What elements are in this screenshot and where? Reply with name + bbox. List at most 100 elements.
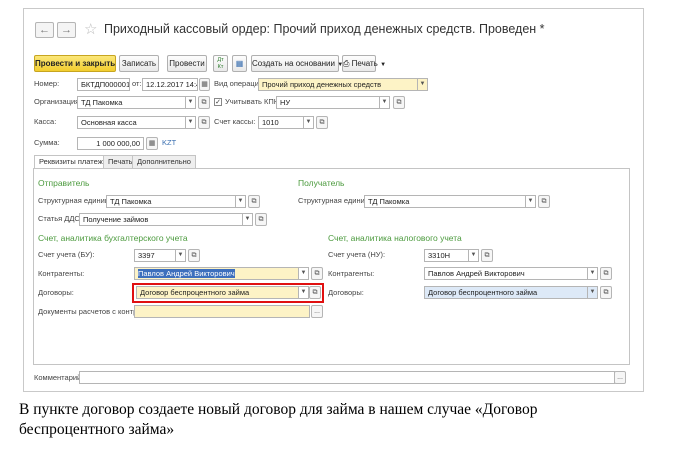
window-title: Приходный кассовый ордер: Прочий приход … xyxy=(104,22,545,36)
organization-dropdown[interactable]: ▼ xyxy=(186,96,196,109)
create-based-label: Создать на основании xyxy=(252,59,335,68)
kpn-field[interactable]: НУ xyxy=(276,96,380,109)
open-link-icon: ⧉ xyxy=(201,119,207,126)
receiver-unit-open-button[interactable]: ⧉ xyxy=(538,195,550,208)
kpn-dropdown[interactable]: ▼ xyxy=(380,96,390,109)
dds-dropdown[interactable]: ▼ xyxy=(243,213,253,226)
create-based-button[interactable]: Создать на основании ▼ xyxy=(251,55,343,72)
bu-counterparty-open-button[interactable]: ⧉ xyxy=(311,267,323,280)
calendar-button[interactable]: ▦ xyxy=(199,78,210,91)
open-link-icon: ⧉ xyxy=(603,289,609,296)
save-button[interactable]: Записать xyxy=(119,55,159,72)
bu-account-field[interactable]: 3397 xyxy=(134,249,176,262)
operation-dropdown[interactable]: ▼ xyxy=(418,78,428,91)
post-and-close-button[interactable]: Провести и закрыть xyxy=(34,55,116,72)
dds-label: Статья ДДС: xyxy=(38,214,82,223)
nu-contract-open-button[interactable]: ⧉ xyxy=(600,286,612,299)
checkmark-icon: ✓ xyxy=(215,99,221,106)
cash-account-label: Счет кассы: xyxy=(214,117,256,126)
bu-contract-dropdown[interactable]: ▼ xyxy=(299,286,309,299)
settlement-docs-field[interactable] xyxy=(134,305,310,318)
amount-field[interactable]: 1 000 000,00 xyxy=(77,137,144,150)
dds-open-button[interactable]: ⧉ xyxy=(255,213,267,226)
receiver-unit-dropdown[interactable]: ▼ xyxy=(526,195,536,208)
comment-label: Комментарий: xyxy=(34,373,84,382)
favorite-star-icon[interactable]: ☆ xyxy=(84,20,97,38)
tab-additional[interactable]: Дополнительно xyxy=(132,155,196,168)
bu-contract-open-button[interactable]: ⧉ xyxy=(309,286,321,299)
operation-select[interactable]: Прочий приход денежных средств xyxy=(258,78,418,91)
number-field[interactable]: БКТДП000001 xyxy=(77,78,130,91)
bu-counterparty-field[interactable]: Павлов Андрей Викторович xyxy=(134,267,299,280)
settlement-docs-select-button[interactable]: ... xyxy=(311,305,323,318)
dt-kt-button[interactable]: Дт Кт xyxy=(213,55,228,72)
organization-open-button[interactable]: ⧉ xyxy=(198,96,210,109)
nu-counterparty-open-button[interactable]: ⧉ xyxy=(600,267,612,280)
chevron-down-icon: ▼ xyxy=(381,99,388,105)
organization-field[interactable]: ТД Пакомка xyxy=(77,96,186,109)
settlement-docs-label: Документы расчетов с контр... xyxy=(38,307,144,316)
cash-account-field[interactable]: 1010 xyxy=(258,116,304,129)
caption-line-2: беспроцентного займа» xyxy=(19,421,175,438)
nu-counterparty-dropdown[interactable]: ▼ xyxy=(588,267,598,280)
open-link-icon: ⧉ xyxy=(191,252,197,259)
chevron-down-icon: ▼ xyxy=(300,289,307,295)
receiver-unit-field[interactable]: ТД Пакомка xyxy=(364,195,526,208)
ellipsis-icon: ... xyxy=(314,308,320,315)
bu-counterparty-label: Контрагенты: xyxy=(38,269,85,278)
print-button[interactable]: ⎙ Печать ▼ xyxy=(342,55,386,72)
chevron-down-icon: ▼ xyxy=(187,99,194,105)
date-field[interactable]: 12.12.2017 14:47:3 xyxy=(142,78,198,91)
nu-contract-dropdown[interactable]: ▼ xyxy=(588,286,598,299)
cash-dropdown[interactable]: ▼ xyxy=(186,116,196,129)
kpn-checkbox[interactable]: ✓ xyxy=(214,98,222,106)
nu-counterparty-field[interactable]: Павлов Андрей Викторович xyxy=(424,267,588,280)
sender-unit-open-button[interactable]: ⧉ xyxy=(248,195,260,208)
calculator-button[interactable]: ▦ xyxy=(146,137,158,150)
print-label: Печать xyxy=(351,59,378,68)
ellipsis-icon: ... xyxy=(617,374,623,381)
cash-account-open-button[interactable]: ⧉ xyxy=(316,116,328,129)
back-button[interactable]: ← xyxy=(35,22,54,38)
post-button[interactable]: Провести xyxy=(167,55,207,72)
chevron-down-icon: ▼ xyxy=(237,198,244,204)
comment-expand-button[interactable]: ... xyxy=(614,371,626,384)
open-link-icon: ⧉ xyxy=(603,270,609,277)
cash-open-button[interactable]: ⧉ xyxy=(198,116,210,129)
chevron-down-icon: ▼ xyxy=(589,289,596,295)
nu-account-open-button[interactable]: ⧉ xyxy=(481,249,493,262)
nu-account-field[interactable]: 3310Н xyxy=(424,249,469,262)
sender-unit-dropdown[interactable]: ▼ xyxy=(236,195,246,208)
chevron-down-icon: ▼ xyxy=(300,270,307,276)
kpn-open-button[interactable]: ⧉ xyxy=(393,96,405,109)
nu-contract-label: Договоры: xyxy=(328,288,364,297)
bu-contract-field[interactable]: Договор беспроцентного займа xyxy=(136,286,299,299)
hierarchy-icon: ▦ xyxy=(235,59,244,68)
number-label: Номер: xyxy=(34,79,60,88)
forward-button[interactable]: → xyxy=(57,22,76,38)
structure-button[interactable]: ▦ xyxy=(232,55,247,72)
sender-unit-field[interactable]: ТД Пакомка xyxy=(106,195,236,208)
open-link-icon: ⧉ xyxy=(484,252,490,259)
currency-link[interactable]: KZT xyxy=(162,137,176,149)
bu-counterparty-dropdown[interactable]: ▼ xyxy=(299,267,309,280)
nu-account-label: Счет учета (НУ): xyxy=(328,250,386,259)
cash-field[interactable]: Основная касса xyxy=(77,116,186,129)
receiver-section-title: Получатель xyxy=(298,178,345,188)
organization-label: Организация: xyxy=(34,97,82,106)
nu-contract-field[interactable]: Договор беспроцентного займа xyxy=(424,286,588,299)
open-link-icon: ⧉ xyxy=(258,216,264,223)
open-link-icon: ⧉ xyxy=(319,119,325,126)
chevron-down-icon: ▼ xyxy=(177,252,184,258)
tab-payment-details[interactable]: Реквизиты платежа xyxy=(34,155,112,169)
cash-account-dropdown[interactable]: ▼ xyxy=(304,116,314,129)
open-link-icon: ⧉ xyxy=(312,289,318,296)
comment-field[interactable] xyxy=(79,371,615,384)
dds-field[interactable]: Получение займов xyxy=(79,213,243,226)
bu-account-open-button[interactable]: ⧉ xyxy=(188,249,200,262)
bu-account-dropdown[interactable]: ▼ xyxy=(176,249,186,262)
open-link-icon: ⧉ xyxy=(251,198,257,205)
amount-label: Сумма: xyxy=(34,138,60,147)
arrow-right-icon: → xyxy=(61,24,72,36)
nu-account-dropdown[interactable]: ▼ xyxy=(469,249,479,262)
